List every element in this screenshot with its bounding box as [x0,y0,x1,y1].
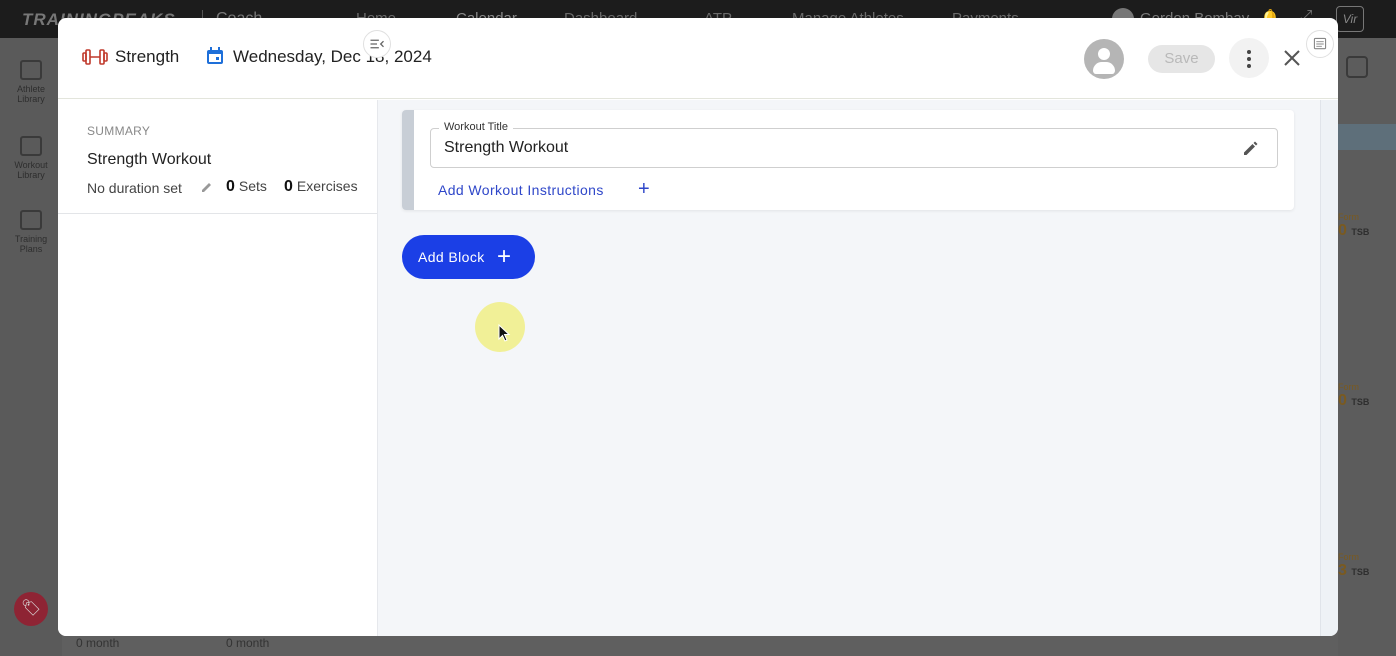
edit-pencil-icon[interactable] [1241,138,1261,158]
tag-icon[interactable]: 🏷 [14,592,48,626]
athlete-library-icon [20,60,42,80]
modal-header: Strength Wednesday, Dec 18, 2024 Save [58,18,1338,99]
summary-exercises: 0 Exercises [284,178,358,196]
summary-card[interactable]: SUMMARY Strength Workout No duration set… [58,100,377,214]
mouse-pointer-icon [498,324,511,342]
form-metric-label: Form [1338,552,1359,562]
bottom-item: 0 month [226,636,270,650]
calendar-icon[interactable] [206,47,224,65]
workout-title-field[interactable]: Workout Title Strength Workout [430,121,1278,168]
form-metric-unit: TSB [1351,397,1370,407]
right-strip-highlight [1338,124,1396,150]
workout-editor-modal: Strength Wednesday, Dec 18, 2024 Save SU… [58,18,1338,636]
workout-title-card: Workout Title Strength Workout Add Worko… [402,110,1294,210]
more-vert-dot [1247,64,1251,68]
sidebar-item-label: Athlete Library [16,84,46,104]
exercises-count: 0 [284,178,293,195]
sidebar-item-label: Training Plans [14,234,48,254]
summary-caption: SUMMARY [87,124,151,138]
summary-pane: SUMMARY Strength Workout No duration set… [58,100,378,636]
dumbbell-icon [82,49,108,65]
workout-library-icon [20,136,42,156]
bottom-item: 0 month [76,636,120,650]
summary-duration: No duration set [87,180,182,196]
save-button[interactable]: Save [1148,45,1215,73]
workout-date[interactable]: Wednesday, Dec 18, 2024 [233,47,432,67]
training-plans-icon [20,210,42,230]
vir-button[interactable]: Vir [1336,6,1364,32]
form-metric-unit: TSB [1351,227,1370,237]
form-metric-value: 0 [1338,222,1347,239]
sidebar-item-training-plans[interactable]: Training Plans [4,210,58,254]
form-metric: Form 0 TSB [1338,212,1378,240]
notes-toggle-button[interactable] [1306,30,1334,58]
sidebar-item-workout-library[interactable]: Workout Library [4,136,58,180]
form-metric: Form 0 TSB [1338,382,1378,410]
workout-title-legend: Workout Title [439,121,513,133]
summary-sets: 0 Sets [226,178,267,196]
sidebar-item-label: Workout Library [14,160,48,180]
exercises-label: Exercises [296,178,358,194]
sidebar-item-athlete-library[interactable]: Athlete Library [4,60,58,104]
more-vert-dot [1247,57,1251,61]
add-block-button[interactable]: Add Block + [402,235,535,279]
form-metric-label: Form [1338,212,1359,222]
edit-duration-icon[interactable] [200,180,214,194]
editor-pane: Workout Title Strength Workout Add Worko… [378,100,1320,636]
summary-title: Strength Workout [87,151,212,168]
athlete-avatar[interactable] [1084,39,1124,79]
close-icon[interactable] [1280,46,1304,70]
sets-count: 0 [226,178,235,195]
notes-icon [1313,37,1327,50]
collapse-panel-icon [370,39,384,49]
plus-icon: + [497,243,512,270]
drag-handle[interactable] [402,110,414,210]
more-vert-icon [1247,50,1251,54]
collapse-summary-button[interactable] [363,30,391,58]
person-icon [1098,48,1110,60]
add-block-label: Add Block [418,249,485,265]
form-metric-label: Form [1338,382,1359,392]
add-workout-instructions-link[interactable]: Add Workout Instructions [438,182,604,198]
left-sidebar: Athlete Library Workout Library Training… [0,38,62,656]
calendar-settings-icon[interactable] [1346,56,1368,78]
form-metric-unit: TSB [1351,567,1370,577]
form-metric: Form 3 TSB [1338,552,1378,580]
sets-label: Sets [238,178,267,194]
person-icon-body [1093,62,1115,74]
workout-title-value[interactable]: Strength Workout [444,139,568,157]
add-instructions-plus-icon[interactable]: + [638,179,650,199]
form-metric-value: 3 [1338,562,1347,579]
form-metric-value: 0 [1338,392,1347,409]
editor-right-gutter [1320,100,1338,636]
workout-type-label: Strength [115,47,180,66]
more-options-button[interactable] [1229,38,1269,78]
